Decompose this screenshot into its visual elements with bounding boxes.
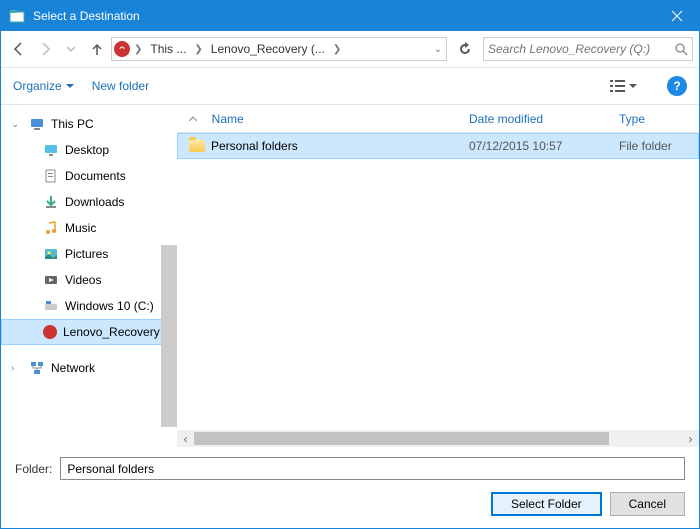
back-button[interactable] — [7, 37, 31, 61]
folder-icon — [189, 140, 205, 152]
view-icon — [609, 78, 627, 94]
col-date[interactable]: Date modified — [469, 112, 619, 126]
tree-label: Network — [51, 361, 95, 375]
dialog-window: Select a Destination ❯ This ... ❯ Lenovo… — [0, 0, 700, 529]
tree-recovery[interactable]: Lenovo_Recovery — [1, 319, 177, 345]
view-options-button[interactable] — [609, 78, 637, 94]
search-box[interactable] — [483, 37, 693, 61]
tree-music[interactable]: Music — [1, 215, 177, 241]
file-name: Personal folders — [211, 139, 298, 153]
file-list[interactable]: Personal folders 07/12/2015 10:57 File f… — [177, 133, 699, 430]
select-folder-button[interactable]: Select Folder — [491, 492, 602, 516]
close-icon — [671, 10, 683, 22]
search-input[interactable] — [488, 42, 674, 56]
network-icon — [29, 360, 45, 376]
forward-button[interactable] — [33, 37, 57, 61]
chevron-down-icon[interactable]: ⌄ — [432, 44, 444, 55]
forward-icon — [37, 41, 53, 57]
chevron-down-icon — [629, 82, 637, 90]
search-icon — [674, 42, 688, 56]
horizontal-scrollbar[interactable]: ‹ › — [177, 430, 699, 447]
tree-label: Videos — [65, 273, 101, 287]
tree-label: Desktop — [65, 143, 109, 157]
scroll-left-button[interactable]: ‹ — [177, 430, 194, 447]
sidebar-scrollbar[interactable] — [161, 245, 177, 427]
up-button[interactable] — [85, 37, 109, 61]
file-date: 07/12/2015 10:57 — [469, 139, 619, 153]
recent-dropdown[interactable] — [59, 37, 83, 61]
tree-label: Windows 10 (C:) — [65, 299, 154, 313]
collapse-icon[interactable]: ⌄ — [11, 119, 23, 130]
tree-label: Lenovo_Recovery — [63, 325, 160, 339]
tree-documents[interactable]: Documents — [1, 163, 177, 189]
window-title: Select a Destination — [33, 9, 654, 23]
tree-label: This PC — [51, 117, 94, 131]
footer: Folder: Select Folder Cancel — [1, 447, 699, 528]
chevron-right-icon: ❯ — [192, 44, 204, 55]
expand-icon[interactable]: › — [11, 363, 23, 374]
scroll-thumb[interactable] — [194, 432, 609, 445]
videos-icon — [43, 272, 59, 288]
breadcrumb-thispc[interactable]: This ... — [146, 42, 190, 56]
cancel-button[interactable]: Cancel — [610, 492, 685, 516]
col-type[interactable]: Type — [619, 112, 699, 126]
tree-this-pc[interactable]: ⌄ This PC — [1, 111, 177, 137]
scroll-track[interactable] — [194, 430, 682, 447]
breadcrumb-drive[interactable]: Lenovo_Recovery (... — [207, 42, 329, 56]
new-folder-label: New folder — [92, 79, 149, 93]
recovery-icon — [43, 325, 57, 339]
downloads-icon — [43, 194, 59, 210]
pc-icon — [29, 116, 45, 132]
tree-label: Downloads — [65, 195, 124, 209]
file-row[interactable]: Personal folders 07/12/2015 10:57 File f… — [177, 133, 699, 159]
organize-button[interactable]: Organize — [13, 79, 74, 93]
nav-row: ❯ This ... ❯ Lenovo_Recovery (... ❯ ⌄ — [1, 31, 699, 67]
column-headers: Name Date modified Type — [177, 105, 699, 133]
tree-network[interactable]: › Network — [1, 355, 177, 381]
tree-label: Pictures — [65, 247, 108, 261]
chevron-down-icon — [66, 44, 76, 54]
tree-videos[interactable]: Videos — [1, 267, 177, 293]
tree-label: Documents — [65, 169, 126, 183]
new-folder-button[interactable]: New folder — [92, 79, 149, 93]
sidebar: ⌄ This PC Desktop Documents Downloads Mus… — [1, 105, 177, 447]
button-row: Select Folder Cancel — [15, 492, 685, 516]
folder-input[interactable] — [60, 457, 685, 480]
sort-asc-icon — [189, 115, 197, 123]
tree-pictures[interactable]: Pictures — [1, 241, 177, 267]
main-pane: Name Date modified Type Personal folders… — [177, 105, 699, 447]
back-icon — [11, 41, 27, 57]
app-icon — [9, 8, 25, 24]
documents-icon — [43, 168, 59, 184]
folder-label: Folder: — [15, 462, 52, 476]
toolbar: Organize New folder ? — [1, 68, 699, 104]
tree-label: Music — [65, 221, 96, 235]
close-button[interactable] — [654, 1, 699, 31]
help-icon: ? — [673, 79, 680, 93]
folder-line: Folder: — [15, 457, 685, 480]
titlebar: Select a Destination — [1, 1, 699, 31]
refresh-icon — [458, 42, 472, 56]
pictures-icon — [43, 246, 59, 262]
tree-downloads[interactable]: Downloads — [1, 189, 177, 215]
body: ⌄ This PC Desktop Documents Downloads Mus… — [1, 105, 699, 447]
address-bar[interactable]: ❯ This ... ❯ Lenovo_Recovery (... ❯ ⌄ — [111, 37, 447, 61]
refresh-button[interactable] — [453, 37, 477, 61]
music-icon — [43, 220, 59, 236]
chevron-down-icon — [66, 82, 74, 90]
organize-label: Organize — [13, 79, 62, 93]
help-button[interactable]: ? — [667, 76, 687, 96]
scroll-right-button[interactable]: › — [682, 430, 699, 447]
chevron-right-icon: ❯ — [132, 44, 144, 55]
tree-desktop[interactable]: Desktop — [1, 137, 177, 163]
desktop-icon — [43, 142, 59, 158]
drive-icon — [43, 298, 59, 314]
col-name[interactable]: Name — [189, 112, 469, 126]
up-icon — [89, 41, 105, 57]
file-type: File folder — [619, 139, 672, 153]
tree-cdrive[interactable]: Windows 10 (C:) — [1, 293, 177, 319]
chevron-right-icon: ❯ — [331, 44, 343, 55]
drive-icon — [114, 41, 130, 57]
